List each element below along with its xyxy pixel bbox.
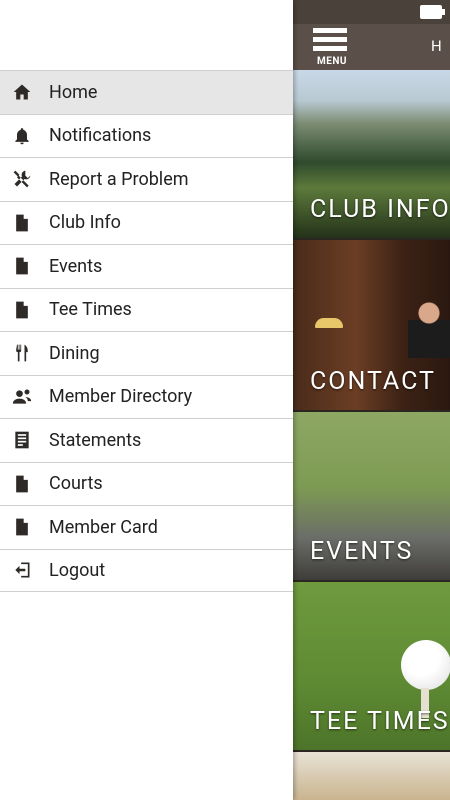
menu-button[interactable]: MENU: [313, 28, 349, 67]
menu-item-member-card[interactable]: Member Card: [0, 505, 293, 549]
status-bar: [293, 0, 450, 24]
lamp-image: [315, 318, 343, 328]
menu-item-label: Member Card: [49, 516, 158, 538]
statement-icon: [11, 429, 33, 451]
menu-item-logout[interactable]: Logout: [0, 548, 293, 592]
top-app-bar: MENU H: [293, 24, 450, 70]
menu-button-label: MENU: [316, 56, 348, 67]
tee-times-tile[interactable]: TEE TIMES: [293, 582, 450, 750]
events-tile[interactable]: EVENTS: [293, 412, 450, 580]
menu-item-label: Logout: [49, 559, 106, 581]
menu-item-label: Club Info: [49, 212, 121, 234]
next-tile[interactable]: [293, 752, 450, 800]
tee-times-tile-label: TEE TIMES: [310, 707, 450, 736]
menu-item-member-directory[interactable]: Member Directory: [0, 374, 293, 419]
drawer-menu-list: Home Notifications Report a Problem Club…: [0, 70, 293, 592]
menu-item-home[interactable]: Home: [0, 70, 293, 114]
page-title: H: [431, 37, 442, 55]
menu-item-notifications[interactable]: Notifications: [0, 113, 293, 158]
menu-item-label: Member Directory: [49, 386, 193, 408]
navigation-drawer: Home Notifications Report a Problem Club…: [0, 0, 293, 800]
menu-item-report-a-problem[interactable]: Report a Problem: [0, 157, 293, 201]
contact-tile[interactable]: CONTACT: [293, 240, 450, 410]
menu-item-tee-times[interactable]: Tee Times: [0, 287, 293, 332]
menu-item-label: Statements: [49, 429, 142, 451]
tools-icon: [11, 168, 33, 190]
document-icon: [11, 473, 33, 495]
logout-icon: [11, 559, 33, 581]
menu-item-label: Dining: [49, 342, 100, 364]
menu-item-dining[interactable]: Dining: [0, 331, 293, 375]
fork-knife-icon: [11, 342, 33, 364]
document-icon: [11, 299, 33, 321]
menu-item-club-info[interactable]: Club Info: [0, 200, 293, 245]
menu-item-label: Home: [49, 81, 98, 103]
menu-item-label: Courts: [49, 473, 103, 495]
document-icon: [11, 516, 33, 538]
menu-item-label: Events: [49, 255, 103, 277]
menu-item-label: Report a Problem: [49, 168, 189, 190]
people-icon: [11, 386, 33, 408]
menu-item-label: Notifications: [49, 125, 152, 147]
main-content: MENU H CLUB INFO CONTACT EVENTS TEE TIME…: [293, 0, 450, 800]
menu-item-label: Tee Times: [49, 299, 132, 321]
contact-tile-label: CONTACT: [310, 367, 436, 396]
club-info-tile-label: CLUB INFO: [310, 195, 450, 224]
document-icon: [11, 212, 33, 234]
golf-ball-image: [401, 640, 450, 690]
menu-item-events[interactable]: Events: [0, 244, 293, 288]
battery-icon: [420, 5, 445, 19]
menu-item-courts[interactable]: Courts: [0, 461, 293, 506]
menu-item-statements[interactable]: Statements: [0, 418, 293, 462]
staff-photo: [408, 298, 450, 358]
drawer-header: [0, 0, 293, 70]
club-info-tile[interactable]: CLUB INFO: [293, 70, 450, 238]
events-tile-label: EVENTS: [310, 537, 414, 566]
home-icon: [11, 81, 33, 103]
bell-icon: [11, 125, 33, 147]
document-icon: [11, 255, 33, 277]
